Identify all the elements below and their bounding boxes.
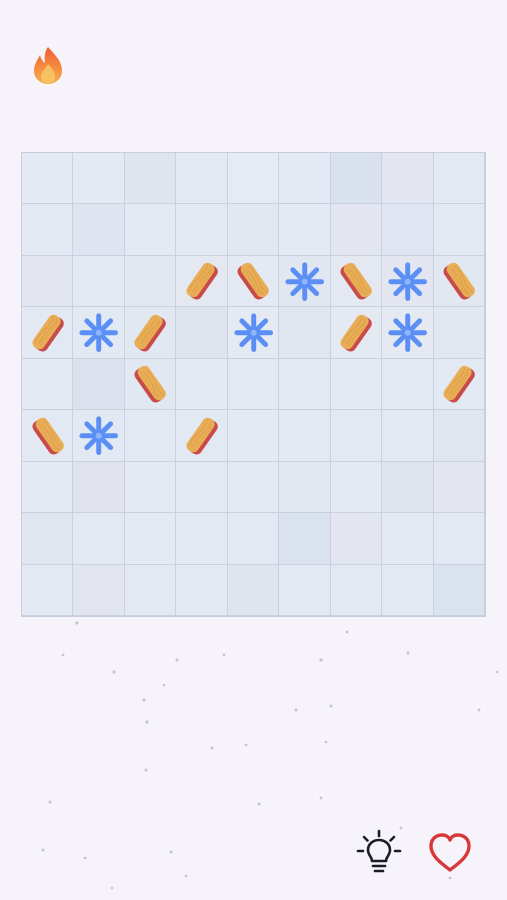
wood-plank[interactable] [427,352,491,416]
board-cell[interactable] [433,461,485,514]
board-cell[interactable] [382,358,434,411]
board-cell[interactable] [433,204,485,256]
wood-plank[interactable] [16,301,80,365]
flame-icon [34,47,62,84]
snowflake-icon[interactable] [279,256,330,307]
board-cell[interactable] [227,410,280,462]
board-cell[interactable] [73,153,125,205]
board-cell[interactable] [73,358,125,411]
wood-plank[interactable] [324,301,388,365]
board-cell[interactable] [176,461,228,514]
board-cell[interactable] [22,513,74,565]
board-cell[interactable] [22,461,74,514]
board-cell[interactable] [279,410,331,462]
board-cell[interactable] [433,153,485,205]
board-cell[interactable] [227,358,280,411]
board-cell[interactable] [279,153,331,205]
hint-button[interactable] [354,828,404,878]
board-cell[interactable] [382,513,434,565]
board-cell[interactable] [279,204,331,256]
board-cell[interactable] [176,513,228,565]
lightbulb-icon [356,829,402,873]
snowflake-icon[interactable] [73,307,124,358]
wood-plank[interactable] [427,249,491,313]
board-cell[interactable] [433,513,485,565]
board-cell[interactable] [227,204,280,256]
board-cell[interactable] [279,513,331,565]
board-cell[interactable] [73,513,125,565]
wood-plank[interactable] [221,249,285,313]
board-cell[interactable] [330,410,383,462]
board-cell[interactable] [227,153,280,205]
board-cell[interactable] [22,358,74,411]
board-cell[interactable] [382,204,434,256]
board-cell[interactable] [227,513,280,565]
board-cell[interactable] [433,307,485,359]
lives-button[interactable] [425,828,475,878]
wood-plank[interactable] [170,404,234,468]
board-cell[interactable] [330,513,383,565]
board-cell[interactable] [73,204,125,256]
snowflake-icon[interactable] [73,410,124,461]
wood-plank[interactable] [16,404,80,468]
board-cell[interactable] [176,153,228,205]
board-cell[interactable] [124,410,177,462]
board-cell[interactable] [73,461,125,514]
board-cell[interactable] [330,204,383,256]
top-bar [0,0,507,110]
board-cell[interactable] [382,410,434,462]
board-cell[interactable] [124,153,177,205]
snowflake-icon[interactable] [228,307,279,358]
board-cell[interactable] [124,513,177,565]
board-cell[interactable] [124,461,177,514]
board-cell[interactable] [382,461,434,514]
board-cell[interactable] [330,153,383,205]
board-cell[interactable] [22,153,74,205]
board-cell[interactable] [22,255,74,308]
board-cell[interactable] [279,358,331,411]
game-board [21,152,486,617]
board-cell[interactable] [176,204,228,256]
board-cell[interactable] [330,358,383,411]
snowflake-icon[interactable] [382,256,433,307]
board-cell[interactable] [279,307,331,359]
board-cell[interactable] [22,204,74,256]
snowflake-icon[interactable] [382,307,433,358]
board-cell[interactable] [279,461,331,514]
board-cell[interactable] [330,461,383,514]
board-cell[interactable] [227,461,280,514]
board-cell[interactable] [124,255,177,308]
heart-icon [429,833,471,872]
board-cell[interactable] [124,204,177,256]
board-cell[interactable] [433,410,485,462]
board-cell[interactable] [176,358,228,411]
board-cell[interactable] [176,307,228,359]
board-cell[interactable] [73,255,125,308]
board-cell[interactable] [382,153,434,205]
